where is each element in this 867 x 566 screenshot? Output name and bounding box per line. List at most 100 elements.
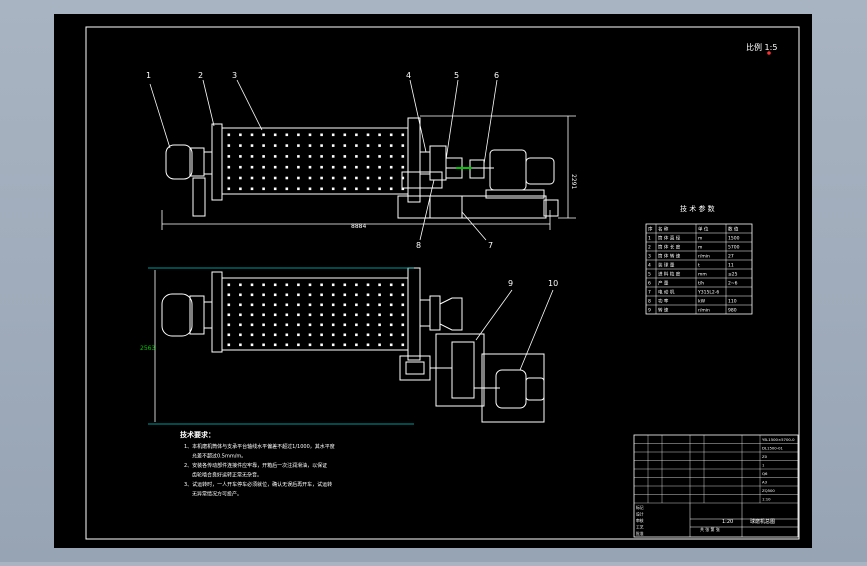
param-cell: m xyxy=(698,237,702,242)
liner-bolt xyxy=(273,303,277,307)
liner-bolt xyxy=(320,313,323,317)
liner-bolt xyxy=(227,343,231,347)
liner-bolt xyxy=(401,165,405,169)
liner-bolt xyxy=(378,313,381,317)
liner-bolt xyxy=(355,133,358,137)
liner-bolt xyxy=(239,187,242,191)
liner-bolt xyxy=(308,283,312,287)
liner-bolt xyxy=(389,283,393,287)
liner-bolt xyxy=(355,303,358,307)
liner-bolt xyxy=(227,155,231,158)
liner-bolt xyxy=(378,165,381,169)
liner-bolt xyxy=(320,155,323,158)
liner-bolt xyxy=(273,176,277,180)
liner-bolt xyxy=(239,176,242,180)
liner-bolt xyxy=(378,133,381,137)
liner-bolt xyxy=(250,293,254,297)
liner-bolt xyxy=(250,187,254,191)
part-label-7: 7 xyxy=(488,241,493,250)
liner-bolt xyxy=(273,283,277,287)
liner-bolt xyxy=(227,303,231,307)
param-cell: 电 动 机 xyxy=(658,289,675,296)
param-cell: kW xyxy=(698,299,706,305)
drawing-name: 球磨机总图 xyxy=(750,518,775,525)
liner-bolt xyxy=(366,303,370,307)
part-label-10: 10 xyxy=(548,279,558,288)
param-cell: ≤25 xyxy=(728,272,738,278)
liner-bolt xyxy=(285,187,289,191)
liner-bolt xyxy=(331,155,335,158)
liner-bolt xyxy=(401,333,405,337)
liner-bolt xyxy=(273,155,277,158)
liner-bolt xyxy=(250,165,254,169)
liner-bolt xyxy=(308,293,312,297)
liner-bolt xyxy=(389,144,393,147)
liner-bolt xyxy=(389,323,393,327)
liner-bolt xyxy=(239,333,242,337)
tech-req-line: 齿轮啮合良好运转正常无杂音。 xyxy=(192,472,262,479)
liner-bolt xyxy=(227,333,231,337)
liner-bolt xyxy=(355,283,358,287)
liner-bolt xyxy=(320,187,323,191)
liner-bolt xyxy=(285,133,289,137)
liner-bolt xyxy=(401,155,405,158)
liner-bolt xyxy=(262,133,265,137)
liner-bolt xyxy=(273,165,277,169)
liner-bolt xyxy=(262,187,265,191)
liner-bolt xyxy=(227,323,231,327)
param-cell: 产 量 xyxy=(658,280,669,287)
liner-bolt xyxy=(355,155,358,158)
title-row-code: A3 xyxy=(762,480,768,485)
liner-bolt xyxy=(250,283,254,287)
liner-bolt xyxy=(389,187,393,191)
liner-bolt xyxy=(250,155,254,158)
liner-bolt xyxy=(285,323,289,327)
liner-bolt xyxy=(401,303,405,307)
param-cell: 筒 体 转 速 xyxy=(658,253,681,260)
param-header-cell: 单 位 xyxy=(698,226,709,233)
liner-bolt xyxy=(343,187,347,191)
title-row-code: ZQ500 xyxy=(762,488,775,493)
part-label-4: 4 xyxy=(406,71,411,80)
liner-bolt xyxy=(285,333,289,337)
param-cell: 筒 体 长 度 xyxy=(658,244,681,251)
liner-bolt xyxy=(297,343,300,347)
param-cell: 27 xyxy=(728,254,734,260)
liner-bolt xyxy=(239,165,242,169)
liner-bolt xyxy=(297,293,300,297)
liner-bolt xyxy=(366,323,370,327)
param-cell: 1500 xyxy=(728,236,740,242)
param-cell: 装 球 量 xyxy=(658,262,675,269)
liner-bolt xyxy=(331,176,335,180)
liner-bolt xyxy=(331,313,335,317)
param-cell: r/min xyxy=(698,254,710,260)
liner-bolt xyxy=(401,133,405,137)
liner-bolt xyxy=(308,165,312,169)
param-cell: 2 xyxy=(648,245,651,251)
tech-params-table: 序名 称 单 位 数 值 1 筒 体 直 径 m 1500 2 筒 体 长 度 m 5700 3 筒 体… xyxy=(645,223,753,315)
part-label-8: 8 xyxy=(416,241,421,250)
liner-bolt xyxy=(366,144,370,147)
liner-bolt xyxy=(297,333,300,337)
liner-bolt xyxy=(389,303,393,307)
liner-bolt xyxy=(320,133,323,137)
liner-bolt xyxy=(227,313,231,317)
dimension-height: 2291 xyxy=(570,174,577,189)
liner-bolt xyxy=(343,343,347,347)
liner-bolt xyxy=(343,283,347,287)
liner-bolt xyxy=(355,313,358,317)
liner-bolt xyxy=(343,333,347,337)
param-cell: 7 xyxy=(648,290,651,296)
title-label: 批准 xyxy=(636,531,644,536)
liner-bolt xyxy=(389,313,393,317)
liner-bolt xyxy=(331,293,335,297)
liner-bolt xyxy=(262,313,265,317)
liner-bolt xyxy=(331,133,335,137)
liner-bolt xyxy=(250,323,254,327)
liner-bolt xyxy=(331,187,335,191)
cad-drawing: 比例 1:5 8884 2291 1 2 3 4 5 6 7 8 2563 9 … xyxy=(54,14,812,548)
param-header-cell: 数 值 xyxy=(728,226,739,233)
liner-bolt xyxy=(366,283,370,287)
liner-bolt xyxy=(366,313,370,317)
liner-bolt xyxy=(262,343,265,347)
